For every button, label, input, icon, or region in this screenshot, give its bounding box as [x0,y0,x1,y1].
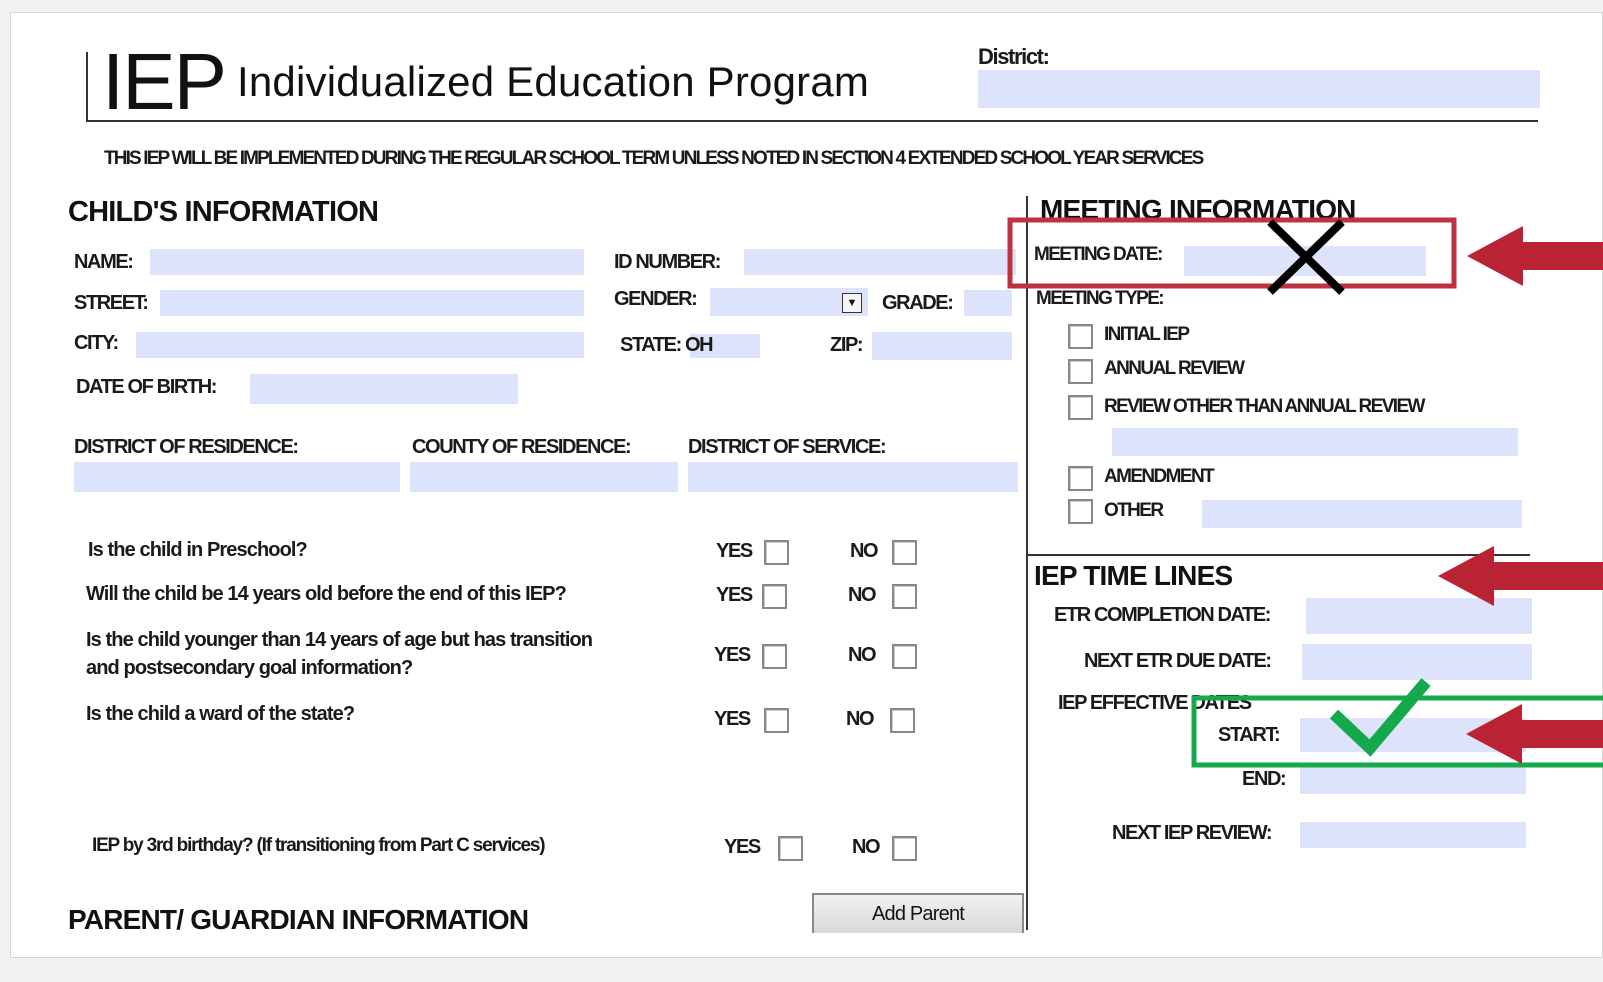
arrow-icon-time-lines [1438,546,1603,606]
x-mark-icon [1267,219,1345,295]
arrow-icon-meeting-date [1467,226,1603,286]
meeting-date-highlight-box [1007,217,1457,289]
arrow-icon-start-date [1466,704,1603,764]
checkmark-icon [1329,678,1431,757]
annotation-overlay [1007,217,1603,768]
